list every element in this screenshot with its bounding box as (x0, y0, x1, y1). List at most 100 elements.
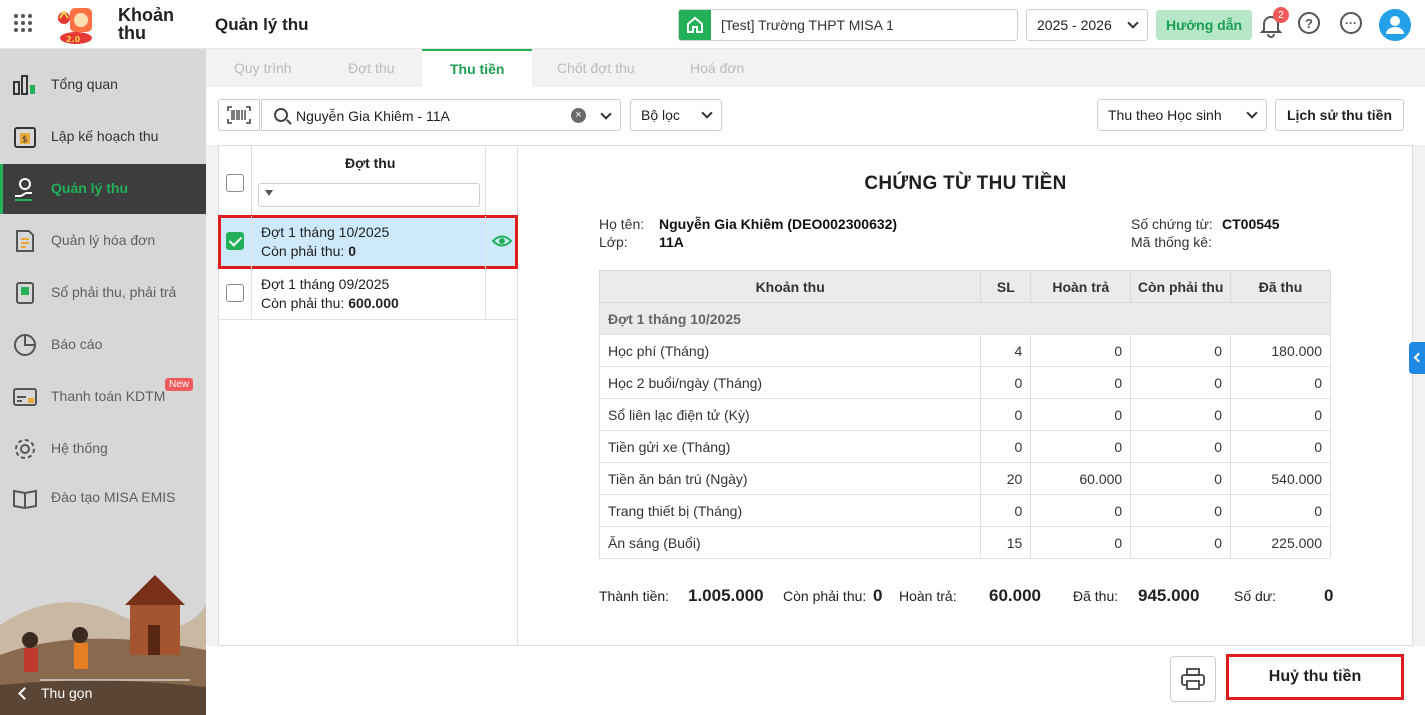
payment-voucher: CHỨNG TỪ THU TIỀN Họ tên: Nguyễn Gia Khi… (518, 145, 1413, 646)
gear-icon (15, 439, 35, 459)
sidebar-item-label: Quản lý hóa đơn (51, 232, 156, 248)
fee-paid: 540.000 (1230, 462, 1331, 495)
payment-history-button[interactable]: Lịch sử thu tiền (1275, 99, 1404, 131)
sidebar-item-ledger[interactable]: Sổ phải thu, phải trả (0, 268, 206, 318)
row-checkbox[interactable] (226, 284, 244, 302)
header-check-cell (219, 146, 252, 216)
chevron-down-icon[interactable] (600, 108, 612, 120)
fee-refund: 0 (1030, 334, 1132, 367)
side-panel-toggle[interactable] (1409, 342, 1425, 374)
fee-qty: 15 (980, 526, 1032, 559)
fee-refund: 0 (1030, 494, 1132, 527)
tab-invoice[interactable]: Hoá đơn (662, 49, 772, 87)
paid-value: 945.000 (1138, 586, 1200, 605)
filter-select[interactable]: Bộ lọc (630, 99, 722, 131)
app-grid-icon[interactable] (14, 14, 32, 32)
batch-row[interactable]: Đợt 1 tháng 09/2025 Còn phải thu: 600.00… (219, 268, 517, 320)
collapse-button[interactable]: Thu gọn (18, 685, 92, 701)
pie-chart-icon (14, 334, 36, 356)
sidebar-item-manage-fees[interactable]: Quản lý thu (0, 164, 206, 214)
barcode-scan-button[interactable] (218, 99, 260, 131)
tab-process[interactable]: Quy trình (206, 49, 320, 87)
hand-coin-icon (15, 178, 32, 201)
fee-qty: 0 (980, 366, 1032, 399)
batch-remaining: Còn phải thu: 0 (261, 243, 356, 259)
fee-remain: 0 (1130, 462, 1232, 495)
school-select[interactable]: [Test] Trường THPT MISA 1 (678, 9, 1018, 41)
fee-refund: 60.000 (1030, 462, 1132, 495)
guide-button[interactable]: Hướng dẫn (1156, 10, 1252, 40)
fee-qty: 0 (980, 430, 1032, 463)
column-header: Hoàn trả (1030, 270, 1132, 303)
eye-icon[interactable] (492, 234, 512, 248)
filter-label: Bộ lọc (641, 107, 680, 123)
help-icon[interactable]: ? (1298, 12, 1320, 34)
batch-name: Đợt 1 tháng 09/2025 (261, 276, 390, 292)
tab-collect[interactable]: Thu tiền (422, 49, 533, 87)
select-all-checkbox[interactable] (226, 174, 244, 192)
main-area: Quy trình Đợt thu Thu tiền Chốt đợt thu … (206, 49, 1425, 715)
sidebar-item-invoices[interactable]: Quản lý hóa đơn (0, 216, 206, 266)
book-icon (13, 489, 37, 510)
group-name: Đợt 1 tháng 10/2025 (599, 302, 1331, 335)
clear-icon[interactable]: × (571, 108, 586, 123)
batch-row[interactable]: Đợt 1 tháng 10/2025 Còn phải thu: 0 (218, 215, 518, 269)
sidebar-item-label: Hệ thống (51, 440, 108, 456)
fee-remain: 0 (1130, 366, 1232, 399)
paid-label: Đã thu: (1073, 588, 1119, 604)
batch-list: Đợt thu Đợt 1 tháng 10/2025 Còn phải thu… (218, 145, 518, 646)
fee-paid: 0 (1230, 430, 1331, 463)
sidebar-item-overview[interactable]: Tổng quan (0, 60, 206, 110)
remain-value: 0 (873, 586, 883, 605)
stat-code-label: Mã thống kê: (1131, 234, 1212, 250)
sidebar-item-reports[interactable]: Báo cáo (0, 320, 206, 370)
collect-mode-label: Thu theo Học sinh (1108, 107, 1222, 123)
group-row: Đợt 1 tháng 10/2025 (599, 302, 1331, 335)
remain-label: Còn phải thu: (783, 588, 867, 604)
batch-list-header: Đợt thu (219, 146, 517, 216)
svg-text:2.0: 2.0 (66, 35, 81, 44)
app-name: Khoản thu (118, 5, 174, 43)
fee-qty: 0 (980, 494, 1032, 527)
sidebar-item-plan[interactable]: $ Lập kế hoạch thu (0, 112, 206, 162)
collect-mode-select[interactable]: Thu theo Học sinh (1097, 99, 1267, 131)
fee-table: Khoản thu SL Hoàn trả Còn phải thu Đã th… (598, 270, 1331, 559)
sidebar-item-cashless[interactable]: Thanh toán KDTM New (0, 372, 206, 422)
sidebar-item-system[interactable]: Hệ thống (0, 424, 206, 474)
tab-batches[interactable]: Đợt thu (320, 49, 423, 87)
bar-chart-icon (13, 75, 35, 95)
tab-close-batch[interactable]: Chốt đợt thu (529, 49, 663, 87)
search-box: × (261, 99, 621, 131)
fee-paid: 0 (1230, 494, 1331, 527)
fee-item: Học phí (Tháng) (598, 334, 982, 367)
student-name-label: Họ tên: (599, 216, 645, 232)
row-checkbox[interactable] (226, 232, 244, 250)
fee-remain: 0 (1130, 398, 1232, 431)
action-footer: Huỷ thu tiền (206, 646, 1425, 715)
user-avatar[interactable] (1379, 9, 1411, 41)
search-input[interactable] (296, 106, 556, 126)
chevron-down-icon (1246, 107, 1258, 119)
sidebar-item-label: Quản lý thu (51, 180, 128, 196)
tab-bar: Quy trình Đợt thu Thu tiền Chốt đợt thu … (206, 49, 1425, 87)
doc-number-label: Số chứng từ: (1131, 216, 1213, 232)
header-eye-cell (485, 146, 517, 216)
row-check-cell (219, 216, 252, 268)
sidebar-item-label: Thanh toán KDTM (51, 388, 166, 404)
notification-badge: 2 (1273, 7, 1289, 23)
invoice-icon (16, 230, 34, 252)
app-logo-icon: 2.0 (58, 8, 92, 44)
fee-item: Tiền gửi xe (Tháng) (598, 430, 982, 463)
sidebar-item-label: Đào tạo MISA EMIS (51, 489, 176, 505)
print-button[interactable] (1170, 656, 1216, 702)
refund-label: Hoàn trả: (899, 588, 957, 604)
year-select[interactable]: 2025 - 2026 (1026, 9, 1148, 41)
cancel-payment-button[interactable]: Huỷ thu tiền (1226, 654, 1404, 700)
ledger-icon (16, 282, 34, 304)
printer-icon (1181, 668, 1205, 690)
table-row: Trang thiết bị (Tháng) 0 0 0 0 (598, 494, 1331, 527)
batch-column-filter[interactable] (258, 183, 480, 207)
table-row: Ăn sáng (Buổi) 15 0 0 225.000 (598, 526, 1331, 559)
batch-column-title: Đợt thu (345, 155, 396, 171)
more-options-icon[interactable]: ··· (1340, 12, 1362, 34)
